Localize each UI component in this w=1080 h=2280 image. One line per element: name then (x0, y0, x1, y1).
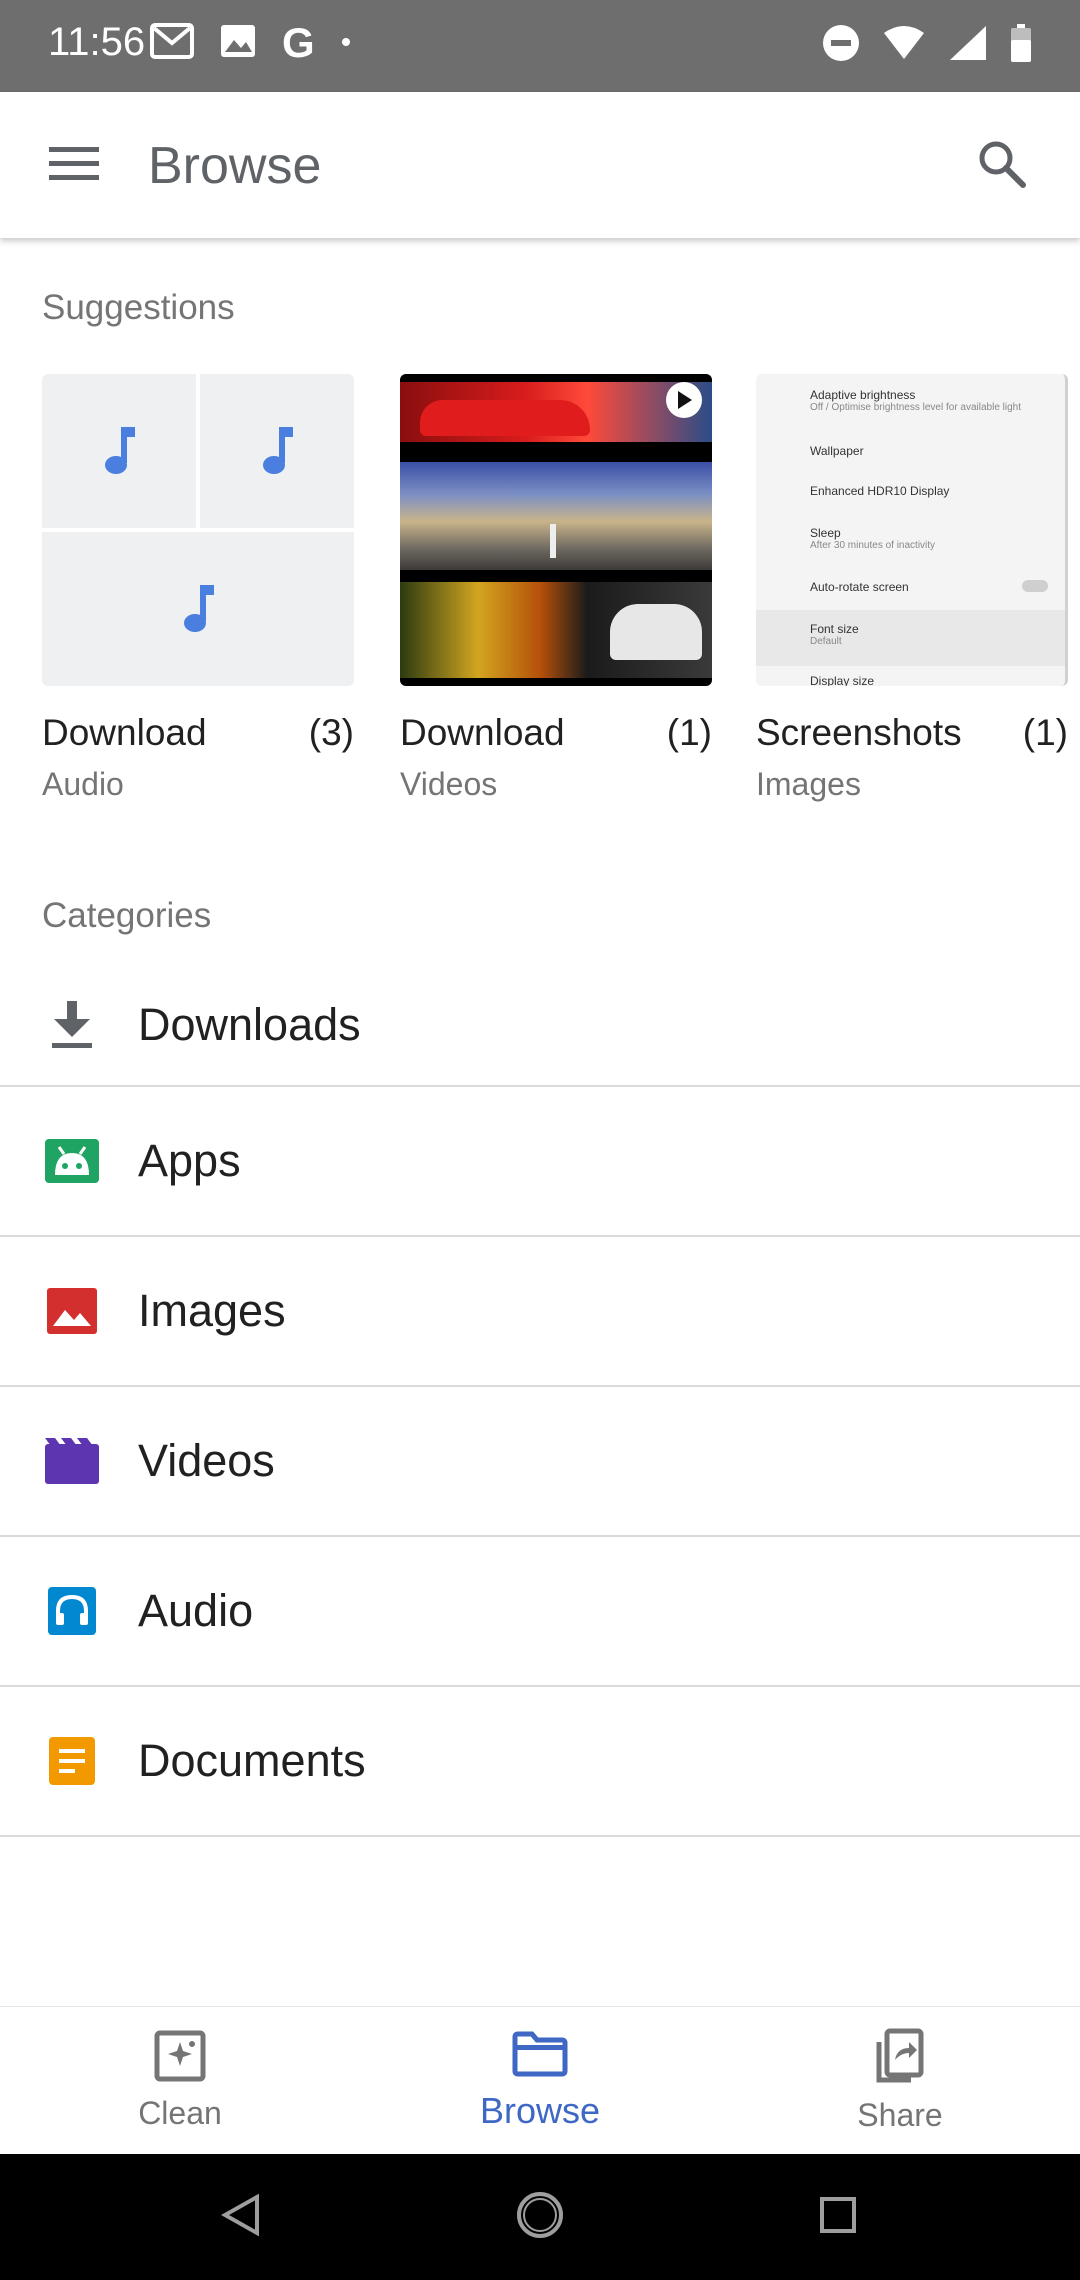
wifi-icon (882, 25, 926, 66)
signal-icon (948, 24, 988, 67)
card-thumbnail (42, 374, 354, 686)
category-images[interactable]: Images (0, 1237, 1080, 1387)
dot-icon (341, 34, 351, 52)
google-icon: G (282, 19, 315, 66)
home-button[interactable] (505, 2182, 575, 2252)
card-count: (1) (666, 712, 712, 753)
preview-line: Sleep (810, 526, 841, 540)
category-audio[interactable]: Audio (0, 1537, 1080, 1687)
category-documents[interactable]: Documents (0, 1687, 1080, 1837)
nav-clean[interactable]: Clean (0, 2007, 360, 2155)
back-button[interactable] (206, 2182, 276, 2252)
screenshot-thumbnail: Adaptive brightness Off / Optimise bright… (756, 374, 1068, 686)
search-button[interactable] (964, 128, 1040, 204)
image-icon (44, 1283, 100, 1339)
card-title: Screenshots (756, 712, 962, 753)
suggestion-card-videos[interactable]: Download (1) Videos (400, 374, 712, 803)
nav-label: Share (857, 2097, 943, 2133)
status-bar: 11:56 G (0, 0, 1080, 92)
preview-subline: Default (810, 636, 842, 647)
nav-browse[interactable]: Browse (360, 2007, 720, 2155)
preview-line: Adaptive brightness (810, 388, 916, 402)
app-bar: Browse (0, 92, 1080, 238)
play-icon (666, 382, 702, 418)
android-icon (44, 1133, 100, 1189)
folder-icon (512, 2031, 568, 2082)
preview-line: Font size (810, 622, 859, 636)
card-type: Audio (42, 766, 124, 802)
category-videos[interactable]: Videos (0, 1387, 1080, 1537)
preview-line: Display size (810, 674, 875, 686)
card-type: Images (756, 766, 861, 802)
menu-button[interactable] (30, 130, 118, 200)
card-title: Download (42, 712, 207, 753)
suggestion-card-audio[interactable]: Download (3) Audio (42, 374, 354, 803)
card-type: Videos (400, 766, 498, 802)
download-icon (44, 997, 100, 1053)
recents-button[interactable] (803, 2182, 873, 2252)
category-label: Images (138, 1285, 286, 1336)
suggestion-card-screenshots[interactable]: Adaptive brightness Off / Optimise bright… (756, 374, 1068, 803)
menu-icon (49, 145, 99, 186)
categories-list: Downloads Apps Images Videos Audio Docum… (0, 965, 1080, 1837)
status-time: 11:56 (48, 20, 146, 64)
nav-label: Clean (138, 2095, 222, 2131)
card-count: (1) (1022, 712, 1068, 753)
battery-icon (1010, 24, 1032, 67)
nav-share[interactable]: Share (720, 2007, 1080, 2155)
image-icon (220, 24, 256, 63)
nav-label: Browse (479, 2089, 601, 2131)
bottom-navigation: Clean Browse Share (0, 2006, 1080, 2154)
headphones-icon (44, 1583, 100, 1639)
card-count: (3) (308, 712, 354, 753)
system-navigation (0, 2154, 1080, 2280)
category-apps[interactable]: Apps (0, 1087, 1080, 1237)
page-title: Browse (148, 137, 322, 195)
preview-subline: After 30 minutes of inactivity (810, 540, 936, 551)
music-note-icon (42, 374, 196, 528)
clean-icon (154, 2030, 206, 2087)
category-label: Apps (138, 1135, 241, 1186)
music-note-icon (200, 374, 354, 528)
video-thumbnail (400, 374, 712, 686)
dnd-icon (822, 24, 860, 67)
recents-icon (818, 2195, 858, 2240)
music-note-icon (42, 532, 354, 686)
gmail-icon (150, 22, 194, 64)
categories-heading: Categories (42, 896, 212, 935)
document-icon (44, 1733, 100, 1789)
preview-subline: Off / Optimise brightness level for avai… (810, 402, 1022, 413)
toggle-switch-icon (1022, 580, 1048, 592)
share-icon (875, 2028, 925, 2089)
preview-line: Enhanced HDR10 Display (810, 484, 950, 498)
suggestions-carousel[interactable]: Download (3) Audio Download (1) Videos A… (0, 374, 1080, 814)
category-label: Documents (138, 1735, 366, 1786)
preview-line: Auto-rotate screen (810, 580, 909, 594)
video-icon (44, 1433, 100, 1489)
category-label: Audio (138, 1585, 254, 1636)
category-downloads[interactable]: Downloads (0, 965, 1080, 1087)
category-label: Videos (138, 1435, 275, 1486)
back-icon (220, 2193, 261, 2242)
category-label: Downloads (138, 999, 361, 1050)
preview-line: Wallpaper (810, 444, 864, 458)
suggestions-heading: Suggestions (42, 288, 235, 327)
home-icon (515, 2190, 565, 2245)
card-title: Download (400, 712, 565, 753)
search-icon (977, 139, 1027, 194)
